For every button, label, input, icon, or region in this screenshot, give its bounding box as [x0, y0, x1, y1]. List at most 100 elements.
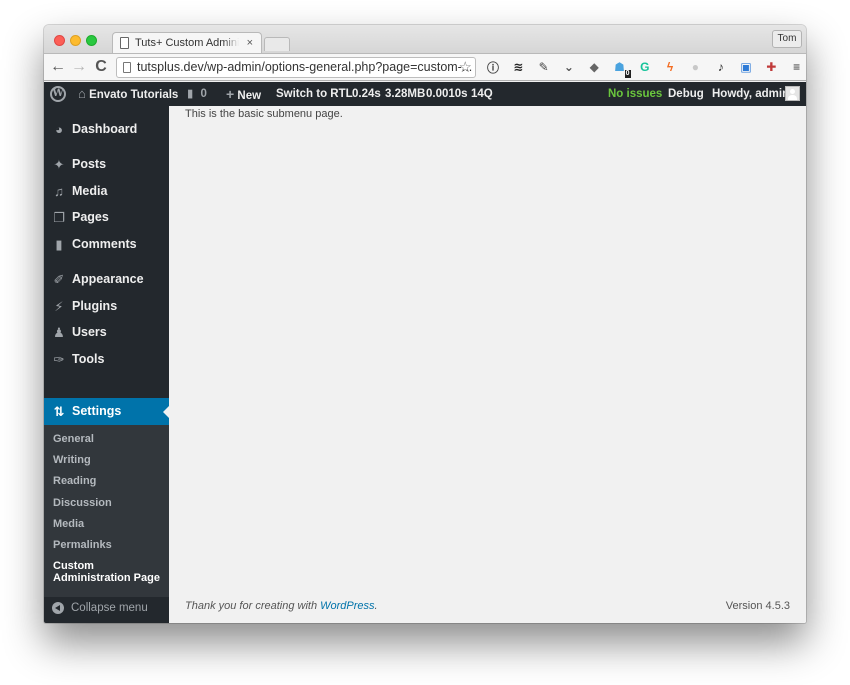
- stat-time[interactable]: 0.24s: [352, 82, 381, 106]
- new-tab-button[interactable]: [264, 37, 290, 51]
- sidebar-item-label: Posts: [72, 157, 107, 171]
- stat-memory[interactable]: 3.28MB: [385, 82, 425, 106]
- site-name: Envato Tutorials: [89, 89, 179, 101]
- page-body-text: This is the basic submenu page.: [185, 108, 343, 120]
- clock-extension-icon[interactable]: ✚: [763, 59, 779, 75]
- sidebar-item-label: Appearance: [72, 272, 144, 286]
- footer-prefix: Thank you for creating with: [185, 600, 321, 612]
- sidebar-item-label: Media: [72, 184, 108, 198]
- sidebar-item-label: Settings: [72, 404, 122, 418]
- comments-link[interactable]: ▮ 0: [187, 82, 207, 106]
- comment-icon: ▮: [55, 237, 63, 252]
- wordpress-link[interactable]: WordPress: [320, 600, 374, 612]
- reload-icon[interactable]: C: [92, 57, 110, 77]
- submenu-item-custom-admin-page[interactable]: Custom Administration Page: [44, 556, 169, 588]
- ghostery-icon[interactable]: ☗ 0: [612, 59, 631, 78]
- minimize-window-button[interactable]: [70, 35, 81, 46]
- submenu-item-permalinks[interactable]: Permalinks: [44, 535, 169, 556]
- collapse-menu-button[interactable]: Collapse menu: [44, 597, 169, 623]
- evernote-icon[interactable]: ✎: [536, 59, 552, 75]
- main-content: This is the basic submenu page. Thank yo…: [169, 106, 806, 623]
- pages-icon: ❐: [53, 210, 65, 225]
- tab-close-icon[interactable]: ×: [247, 33, 253, 53]
- forward-icon[interactable]: →: [70, 57, 88, 77]
- new-content-link[interactable]: + New: [226, 82, 261, 106]
- media-icon: ♫: [54, 184, 64, 199]
- wordpress-logo-icon[interactable]: W: [50, 86, 66, 102]
- music-note-icon[interactable]: ♪: [713, 59, 729, 75]
- comments-count: 0: [200, 88, 207, 100]
- browser-window: Tuts+ Custom Administration Page × Tom ←…: [44, 25, 806, 623]
- menu-icon[interactable]: ≡: [789, 59, 805, 75]
- sidebar-item-label: Tools: [72, 352, 105, 366]
- brush-icon: ✐: [53, 272, 65, 287]
- submenu-item-media[interactable]: Media: [44, 514, 169, 535]
- sidebar-item-label: Dashboard: [72, 122, 138, 136]
- collapse-arrow-icon: [52, 602, 64, 614]
- 1password-icon[interactable]: ⓘ: [485, 59, 501, 75]
- url-text: tutsplus.dev/wp-admin/options-general.ph…: [137, 60, 473, 74]
- plus-icon: +: [226, 86, 235, 102]
- tab-strip: Tuts+ Custom Administration Page × Tom: [44, 25, 806, 54]
- wp-admin-bar: W ⌂ Envato Tutorials ▮ 0 + New Switch to…: [44, 82, 806, 106]
- layers-icon[interactable]: ◆: [586, 59, 602, 75]
- status-no-issues[interactable]: No issues: [608, 82, 662, 106]
- submenu-item-discussion[interactable]: Discussion: [44, 493, 169, 514]
- submenu-item-reading[interactable]: Reading: [44, 471, 169, 492]
- browser-toolbar: ← → C tutsplus.dev/wp-admin/options-gene…: [44, 53, 806, 81]
- sidebar-item-media[interactable]: ♫ Media: [44, 178, 169, 205]
- settings-icon: ⇅: [53, 404, 65, 419]
- sidebar-item-label: Comments: [72, 237, 137, 251]
- grammarly-icon[interactable]: G: [637, 59, 653, 75]
- sidebar-item-label: Pages: [72, 210, 109, 224]
- sidebar-item-settings[interactable]: ⇅ Settings: [44, 398, 169, 425]
- sidebar-item-label: Plugins: [72, 299, 118, 313]
- sidebar-item-dashboard[interactable]: ◕ Dashboard: [44, 116, 169, 143]
- debug-link[interactable]: Debug: [668, 82, 704, 106]
- footer-suffix: .: [374, 600, 378, 612]
- back-icon[interactable]: ←: [49, 57, 67, 77]
- sidebar-item-posts[interactable]: ✦ Posts: [44, 151, 169, 178]
- stat-query-time[interactable]: 0.0010s: [426, 82, 468, 106]
- sidebar-item-tools[interactable]: ✑ Tools: [44, 346, 169, 373]
- zoom-window-button[interactable]: [86, 35, 97, 46]
- comment-bubble-icon: ▮: [187, 88, 194, 100]
- howdy-user-menu[interactable]: Howdy, admin: [712, 82, 789, 106]
- stat-queries[interactable]: 14Q: [471, 82, 493, 106]
- bolt-icon[interactable]: ϟ: [662, 59, 678, 75]
- sidebar-item-appearance[interactable]: ✐ Appearance: [44, 266, 169, 293]
- pocket-icon[interactable]: ⌄: [561, 59, 577, 75]
- profile-button[interactable]: Tom: [772, 30, 802, 48]
- wrench-icon: ✑: [53, 352, 65, 367]
- document-icon: [120, 37, 129, 49]
- submenu-item-writing[interactable]: Writing: [44, 450, 169, 471]
- pin-icon: ✦: [53, 157, 65, 172]
- disabled-extension-icon[interactable]: ●: [687, 59, 703, 75]
- footer-thanks: Thank you for creating with WordPress.: [185, 600, 378, 612]
- collapse-label: Collapse menu: [71, 602, 148, 614]
- address-bar[interactable]: tutsplus.dev/wp-admin/options-general.ph…: [116, 57, 476, 78]
- plugin-icon: ⚡: [54, 299, 64, 314]
- switch-rtl-link[interactable]: Switch to RTL: [276, 82, 353, 106]
- sidebar-item-label: Users: [72, 325, 107, 339]
- browser-tab[interactable]: Tuts+ Custom Administration Page ×: [112, 32, 262, 54]
- settings-submenu: General Writing Reading Discussion Media…: [44, 425, 169, 597]
- avatar[interactable]: [785, 86, 800, 101]
- tab-title: Tuts+ Custom Administration Page: [135, 37, 239, 49]
- new-label: New: [237, 90, 262, 102]
- buffer-icon[interactable]: ≋: [510, 59, 526, 75]
- submenu-item-general[interactable]: General: [44, 429, 169, 450]
- page-icon: [123, 62, 131, 73]
- window-extension-icon[interactable]: ▣: [738, 59, 754, 75]
- home-icon: ⌂: [78, 86, 86, 101]
- sidebar-item-comments[interactable]: ▮ Comments: [44, 231, 169, 258]
- dashboard-icon: ◕: [55, 122, 63, 137]
- sidebar-item-pages[interactable]: ❐ Pages: [44, 204, 169, 231]
- sidebar-item-plugins[interactable]: ⚡ Plugins: [44, 293, 169, 320]
- user-icon: ♟: [53, 325, 65, 340]
- extension-badge: 0: [624, 70, 631, 78]
- bookmark-star-icon[interactable]: ☆: [459, 58, 472, 77]
- close-window-button[interactable]: [54, 35, 65, 46]
- sidebar-item-users[interactable]: ♟ Users: [44, 319, 169, 346]
- site-name-link[interactable]: ⌂ Envato Tutorials: [78, 82, 178, 106]
